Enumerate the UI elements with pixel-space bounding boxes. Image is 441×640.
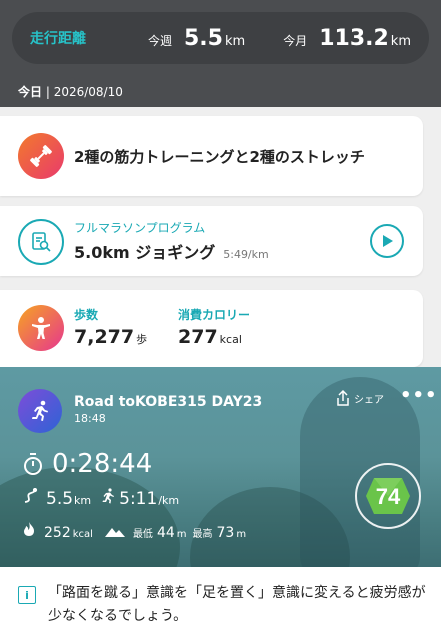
month-label: 今月 (283, 33, 308, 48)
week-value: 5.5 (184, 25, 223, 51)
clipboard-search-icon (18, 219, 64, 265)
advice-panel: i 「路面を蹴る」意識を「足を置く」意識に変えると疲労感が少なくなるでしょう。 (0, 567, 441, 640)
distance-summary-card[interactable]: 走行距離 今週 5.5 km 今月 113.2 km (12, 12, 429, 64)
calories-unit: kcal (219, 333, 242, 346)
mountain-icon (104, 528, 125, 537)
pace-value: 5:11 (119, 489, 158, 509)
duration-value: 0:28:44 (52, 449, 153, 479)
calories-label: 消費カロリー (178, 308, 251, 322)
steps-unit: 歩 (136, 333, 148, 346)
share-label: シェア (354, 394, 384, 406)
program-subtitle: フルマラソンプログラム (74, 221, 206, 235)
share-button[interactable]: シェア (335, 389, 384, 407)
activity-title: Road toKOBE315 DAY23 (74, 394, 263, 410)
info-icon: i (18, 586, 36, 604)
score-badge[interactable]: 74 (355, 463, 421, 529)
pace-unit: /km (158, 494, 180, 507)
duration-row: 0:28:44 (22, 449, 152, 479)
min-label: 最低 (132, 529, 153, 540)
distance-label: 走行距離 (30, 31, 86, 47)
today-date: | 2026/08/10 (42, 85, 123, 99)
calories-value: 277 (178, 326, 218, 348)
min-unit: m (176, 529, 187, 540)
calories-stat: 消費カロリー 277 kcal (178, 306, 250, 348)
calorie-elevation-row: 252 kcal 最低 44 m 最高 73 m (22, 521, 246, 541)
background-photo (0, 467, 180, 567)
program-card[interactable]: フルマラソンプログラム 5.0km ジョギング 5:49/km (0, 206, 423, 276)
week-distance: 今週 5.5 km (148, 26, 245, 51)
training-title: 2種の筋力トレーニングと2種のストレッチ (74, 148, 365, 166)
steps-value: 7,277 (74, 326, 135, 348)
activity-time: 18:48 (74, 412, 106, 425)
distance-pace-row: 5.5 km 5:11 /km (22, 488, 179, 509)
person-icon (18, 305, 64, 351)
steps-label: 歩数 (74, 308, 99, 322)
workout-name: 5.0km ジョギング (74, 243, 216, 262)
play-button[interactable] (370, 224, 404, 258)
distance-unit: km (74, 494, 92, 507)
week-unit: km (224, 33, 246, 49)
workout-pace: 5:49/km (223, 248, 269, 261)
today-date-line: 今日 | 2026/08/10 (18, 83, 123, 100)
max-value: 73 (216, 525, 235, 541)
pace-runner-icon (102, 488, 115, 504)
stopwatch-icon (24, 453, 42, 475)
flame-icon (24, 522, 34, 536)
max-unit: m (236, 529, 247, 540)
advice-text: 「路面を蹴る」意識を「足を置く」意識に変えると疲労感が少なくなるでしょう。 (48, 585, 426, 624)
runner-icon (18, 389, 62, 433)
summary-header: 走行距離 今週 5.5 km 今月 113.2 km 今日 | 2026/08/… (0, 0, 441, 107)
steps-stat: 歩数 7,277 歩 (74, 306, 147, 348)
more-options-icon[interactable]: ••• (400, 385, 438, 406)
activity-stats-card[interactable]: 歩数 7,277 歩 消費カロリー 277 kcal (0, 290, 423, 367)
month-value: 113.2 (319, 25, 389, 51)
activity-card[interactable]: Road toKOBE315 DAY23 18:48 シェア ••• 0:28:… (0, 367, 441, 567)
route-icon (24, 488, 38, 503)
activity-calories-value: 252 (44, 525, 71, 541)
dumbbell-icon (18, 133, 64, 179)
training-card[interactable]: 2種の筋力トレーニングと2種のストレッチ (0, 116, 423, 196)
play-icon (383, 235, 393, 247)
month-unit: km (390, 33, 411, 49)
max-label: 最高 (192, 529, 213, 540)
month-distance: 今月 113.2 km (283, 26, 411, 51)
today-label: 今日 (18, 85, 43, 99)
share-icon (337, 389, 349, 406)
distance-value: 5.5 (46, 489, 74, 509)
score-value: 74 (376, 484, 401, 509)
week-label: 今週 (147, 33, 172, 48)
activity-calories-unit: kcal (72, 529, 93, 540)
min-value: 44 (156, 525, 175, 541)
program-workout-line: 5.0km ジョギング 5:49/km (74, 239, 269, 263)
